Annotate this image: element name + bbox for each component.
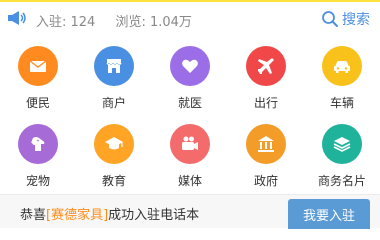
search-label: 搜索 [342,12,370,28]
category-vehicles[interactable]: 车辆 [304,40,380,118]
category-icon-circle [246,124,286,164]
category-icon-circle [322,124,362,164]
category-merchants[interactable]: 商户 [76,40,152,118]
category-icon-circle [170,46,210,86]
category-business-cards[interactable]: 商务名片 [304,118,380,196]
category-education[interactable]: 教育 [76,118,152,196]
category-icon-circle [94,46,134,86]
category-pets[interactable]: 宠物 [0,118,76,196]
graduation-cap-icon [105,137,123,150]
megaphone-icon [8,11,26,25]
category-icon-circle [246,46,286,86]
category-label: 商务名片 [317,174,366,188]
category-label: 教育 [101,174,126,188]
heart-icon [182,59,198,73]
stats-text: 入驻: 124 浏览: 1.04万 [36,11,208,30]
search-icon [322,11,338,27]
category-government[interactable]: 政府 [228,118,304,196]
notice-prefix: 恭喜 [20,208,47,223]
category-label: 宠物 [25,174,50,188]
search-button[interactable]: 搜索 [321,9,370,29]
category-icon-circle [18,124,58,164]
category-icon-circle [18,46,58,86]
notice-text[interactable]: 恭喜[赛德家具]成功入驻电话本 [20,204,199,223]
settled-count: 入驻: 124 [36,15,96,30]
category-label: 媒体 [177,174,202,188]
join-button[interactable]: 我要入驻 [288,199,370,229]
dog-icon [31,137,45,151]
category-icon-circle [322,46,362,86]
government-building-icon [258,136,274,152]
envelope-icon [29,60,47,72]
category-label: 车辆 [329,96,354,110]
category-medical[interactable]: 就医 [152,40,228,118]
category-label: 出行 [253,96,278,110]
car-icon [334,61,350,73]
views-count: 浏览: 1.04万 [115,15,192,30]
top-bar: 入驻: 124 浏览: 1.04万 搜索 [0,0,380,34]
notice-banner: 恭喜[赛德家具]成功入驻电话本 我要入驻 [0,194,380,229]
category-media[interactable]: 媒体 [152,118,228,196]
category-label: 商户 [101,96,126,110]
notice-suffix: 成功入驻电话本 [108,208,200,223]
notice-company-name: [赛德家具] [46,208,109,223]
category-icon-circle [94,124,134,164]
category-label: 政府 [253,174,278,188]
layers-icon [333,137,351,152]
category-travel[interactable]: 出行 [228,40,304,118]
category-grid: 便民 商户 就医 出行 车辆 宠物 教育 媒体 政府 商务名片 [0,40,380,196]
category-convenience[interactable]: 便民 [0,40,76,118]
category-label: 就医 [177,96,202,110]
category-icon-circle [170,124,210,164]
category-label: 便民 [25,96,50,110]
airplane-icon [258,58,274,74]
store-icon [106,59,122,73]
video-camera-icon [182,136,198,150]
